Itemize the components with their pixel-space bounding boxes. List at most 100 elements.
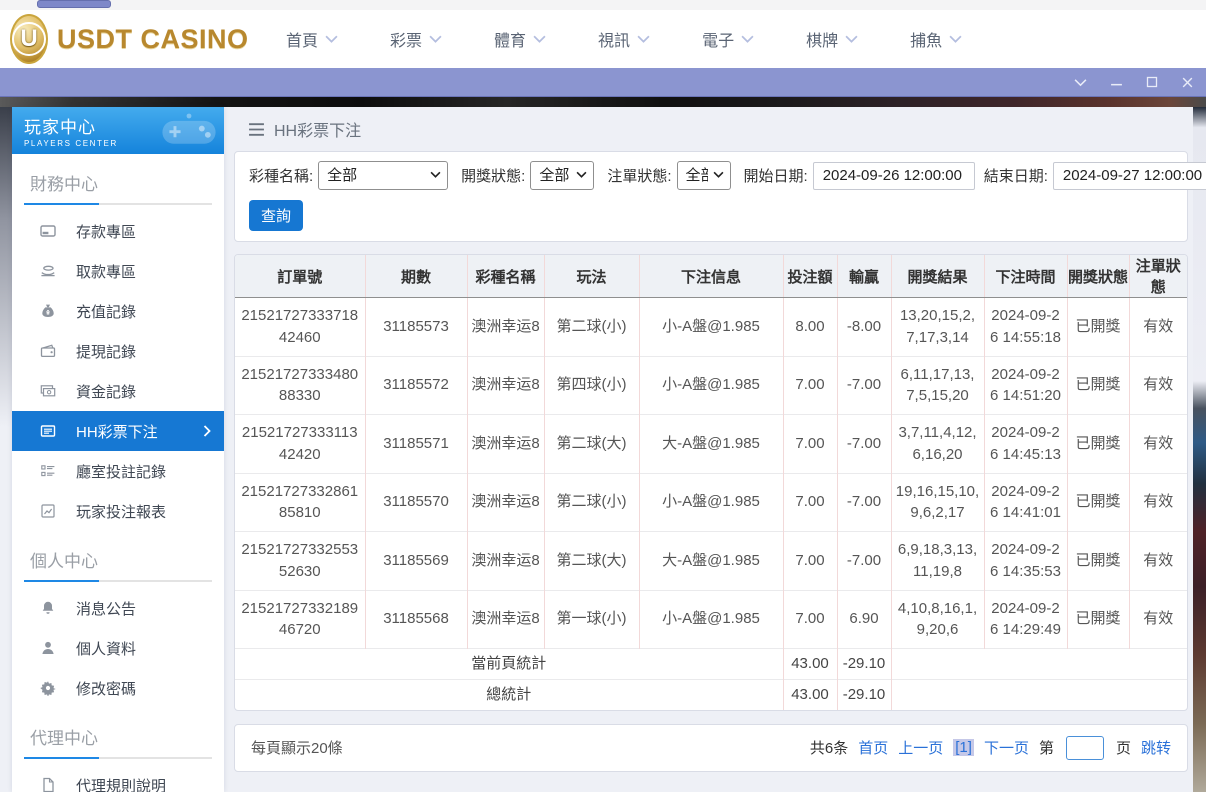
sidebar-item-代理規則說明[interactable]: 代理規則說明 (12, 765, 224, 792)
column-header: 下注時間 (983, 255, 1067, 298)
table-cell: 澳洲幸运8 (466, 589, 544, 649)
sidebar-item-存款專區[interactable]: 存款專區 (12, 211, 224, 251)
section-divider (24, 757, 212, 759)
nav-item-7[interactable]: 捕魚 (910, 27, 962, 51)
nav-item-label: 視訊 (598, 33, 631, 50)
window-close-icon[interactable] (1181, 76, 1194, 89)
table-cell: 6.90 (836, 589, 891, 649)
app-window: U USDT CASINO 首頁 彩票 體育 視訊 電子 棋牌 捕魚 玩家中心 PLAYER… (0, 0, 1206, 792)
bets-table-panel: 訂單號 期數 彩種名稱 玩法 下注信息 投注額 輸贏 開獎結果 下注時間 開獎狀態 注單狀態 215… (234, 254, 1188, 711)
end-date-input[interactable] (1052, 161, 1206, 190)
jump-link[interactable]: 跳转 (1141, 737, 1171, 758)
summary-row: 當前頁統計 43.00 -29.10 (235, 648, 1187, 680)
sidebar-item-個人資料[interactable]: 個人資料 (12, 628, 224, 668)
draw-status-select[interactable]: 全部 (530, 161, 595, 190)
table-row: 2152172733286185810 31185570 澳洲幸运8 第二球(小) 小-… (235, 472, 1187, 532)
nav-item-1[interactable]: 首頁 (286, 27, 338, 51)
current-page[interactable]: [1] (953, 739, 974, 756)
table-cell: -7.00 (836, 414, 891, 473)
table-cell: 有效 (1128, 589, 1187, 649)
lottery-filter-label: 彩種名稱: (249, 168, 314, 185)
search-button[interactable]: 查詢 (249, 200, 304, 231)
order-status-select[interactable]: 全部 (676, 161, 731, 190)
table-cell: 6,11,17,13,7,5,15,20 (890, 355, 984, 415)
summary-label: 當前頁統計 (235, 648, 783, 680)
sidebar-section-title: 財務中心 (30, 175, 98, 194)
sidebar-item-label: HH彩票下注 (76, 423, 158, 441)
table-cell: 有效 (1128, 414, 1187, 473)
sidebar-item-label: 資金記錄 (76, 383, 137, 401)
nav-item-2[interactable]: 彩票 (390, 27, 442, 51)
prev-page-link[interactable]: 上一页 (898, 737, 943, 758)
background-band (0, 97, 1206, 107)
jump-suffix-label: 页 (1115, 740, 1131, 757)
withdraw-hand-icon (40, 263, 57, 279)
window-maximize-icon[interactable] (1146, 76, 1158, 88)
table-cell: 已開獎 (1066, 414, 1129, 473)
table-cell: 澳洲幸运8 (466, 355, 544, 415)
main-nav: 首頁 彩票 體育 視訊 電子 棋牌 捕魚 (286, 27, 962, 51)
table-cell: 澳洲幸运8 (466, 472, 544, 532)
column-header: 彩種名稱 (466, 255, 544, 298)
column-header: 玩法 (543, 255, 639, 298)
section-divider (24, 580, 212, 582)
chevron-down-icon (325, 35, 338, 44)
sidebar-item-資金記錄[interactable]: 資金記錄 (12, 371, 224, 411)
window-titlebar (0, 68, 1206, 97)
sidebar-item-玩家投注報表[interactable]: 玩家投注報表 (12, 491, 224, 531)
table-cell: 第一球(小) (543, 589, 639, 649)
brand-logo[interactable]: U USDT CASINO (10, 14, 248, 64)
table-cell: 已開獎 (1066, 589, 1129, 649)
nav-item-3[interactable]: 體育 (494, 27, 546, 51)
table-cell: 已開獎 (1066, 472, 1129, 532)
page-jump-input[interactable] (1065, 735, 1104, 760)
sidebar-item-廳室投註記錄[interactable]: 廳室投註記錄 (12, 451, 224, 491)
chevron-right-icon (203, 425, 211, 437)
page-size-text: 每頁顯示20條 (251, 740, 343, 757)
nav-item-6[interactable]: 棋牌 (806, 27, 858, 51)
sidebar-item-修改密碼[interactable]: 修改密碼 (12, 668, 224, 708)
table-cell: 2024-09-26 14:41:01 (983, 472, 1067, 532)
window-chevron-down-icon[interactable] (1074, 78, 1087, 87)
sidebar-item-label: 取款專區 (76, 263, 137, 281)
table-cell: 7.00 (782, 414, 837, 473)
summary-winloss-total: -29.10 (836, 648, 891, 680)
table-cell: 小-A盤@1.985 (638, 355, 783, 415)
sidebar-item-提現記錄[interactable]: 提現記錄 (12, 331, 224, 371)
nav-item-5[interactable]: 電子 (702, 27, 754, 51)
report-chart-icon (40, 503, 57, 519)
section-divider-accent (24, 757, 100, 759)
nav-item-label: 首頁 (286, 33, 319, 50)
table-cell: -7.00 (836, 355, 891, 415)
deposit-card-icon (40, 223, 57, 239)
window-minimize-icon[interactable] (1110, 76, 1123, 89)
bets-table: 訂單號 期數 彩種名稱 玩法 下注信息 投注額 輸贏 開獎結果 下注時間 開獎狀態 注單狀態 215… (235, 255, 1187, 710)
table-cell: 2152172733255352630 (235, 531, 365, 590)
start-date-input[interactable] (812, 161, 975, 190)
sidebar-item-取款專區[interactable]: 取款專區 (12, 251, 224, 291)
first-page-link[interactable]: 首页 (858, 737, 888, 758)
table-cell: 已開獎 (1066, 531, 1129, 590)
sidebar-item-消息公告[interactable]: 消息公告 (12, 588, 224, 628)
document-icon (40, 777, 57, 792)
nav-item-label: 彩票 (390, 33, 423, 50)
nav-item-4[interactable]: 視訊 (598, 27, 650, 51)
chevron-down-icon (741, 35, 754, 44)
sidebar: 玩家中心 PLAYERS CENTER 財務中心 存款專區 取款專區 充值記錄 提現記錄… (12, 107, 224, 792)
column-header: 訂單號 (235, 255, 365, 298)
lottery-select[interactable]: 全部 (318, 161, 449, 190)
chevron-down-icon (949, 35, 962, 44)
chevron-down-icon (429, 35, 442, 44)
brand-name: USDT CASINO (57, 23, 249, 54)
sidebar-item-HH彩票下注[interactable]: HH彩票下注 (12, 411, 224, 451)
table-cell: 2152172733371842460 (241, 307, 359, 346)
next-page-link[interactable]: 下一页 (984, 737, 1029, 758)
table-cell: 31185572 (364, 355, 467, 415)
menu-icon[interactable] (248, 122, 265, 137)
sidebar-item-充值記錄[interactable]: 充值記錄 (12, 291, 224, 331)
wallet-icon (40, 343, 57, 359)
sidebar-item-label: 提現記錄 (76, 343, 137, 361)
table-cell: 2152172733218946720 (235, 589, 365, 649)
top-strip (0, 0, 1206, 10)
left-edge-decoration (0, 107, 12, 427)
